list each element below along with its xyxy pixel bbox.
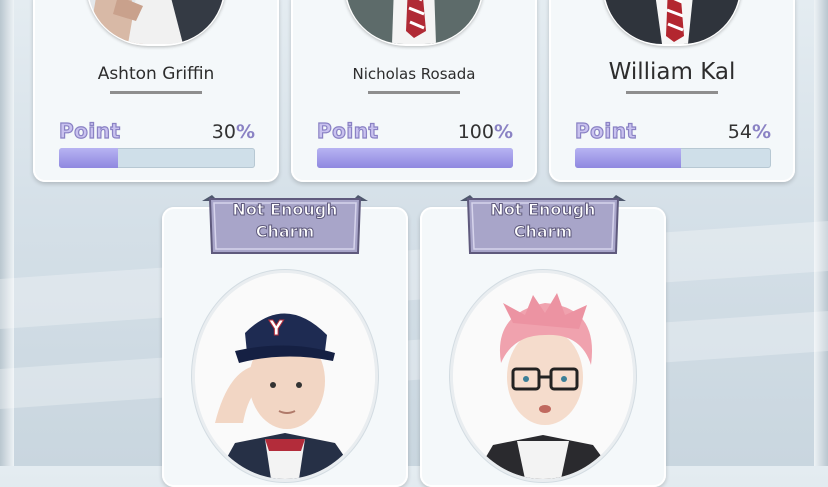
point-label: Point bbox=[58, 118, 121, 143]
svg-text:Y: Y bbox=[268, 316, 284, 340]
character-portrait bbox=[450, 270, 636, 482]
character-card-william[interactable]: William Kal Point 54% bbox=[549, 0, 795, 182]
name-underline bbox=[110, 91, 202, 94]
character-card-locked[interactable]: Not Enough Charm bbox=[420, 195, 666, 487]
character-portrait: Y bbox=[192, 270, 378, 482]
character-avatar bbox=[602, 0, 742, 46]
not-enough-charm-banner: Not Enough Charm bbox=[460, 195, 626, 257]
status-line: Charm bbox=[255, 222, 315, 242]
character-avatar bbox=[344, 0, 484, 46]
name-underline bbox=[626, 91, 718, 94]
not-enough-charm-banner: Not Enough Charm bbox=[202, 195, 368, 257]
point-progress-bar bbox=[575, 148, 771, 168]
status-text: Not Enough Charm bbox=[202, 199, 368, 243]
character-card-ashton[interactable]: Ashton Griffin Point 30% bbox=[33, 0, 279, 182]
background-stripe bbox=[0, 221, 828, 329]
character-avatar bbox=[86, 0, 226, 46]
character-name: Ashton Griffin bbox=[97, 64, 215, 84]
point-value: 30% bbox=[211, 121, 255, 143]
status-line: Not Enough bbox=[490, 200, 596, 220]
point-progress-bar bbox=[59, 148, 255, 168]
point-progress-bar bbox=[317, 148, 513, 168]
character-name: Nicholas Rosada bbox=[352, 65, 476, 83]
point-value: 100% bbox=[457, 121, 513, 143]
character-card-nicholas[interactable]: Nicholas Rosada Point 100% bbox=[291, 0, 537, 182]
background-stripe bbox=[0, 311, 828, 409]
name-underline bbox=[368, 91, 460, 94]
character-card-locked[interactable]: Not Enough Charm Y bbox=[162, 195, 408, 487]
status-text: Not Enough Charm bbox=[460, 199, 626, 243]
point-value: 54% bbox=[727, 121, 771, 143]
point-label: Point bbox=[574, 118, 637, 143]
point-progress-fill bbox=[575, 148, 681, 168]
status-line: Not Enough bbox=[232, 200, 338, 220]
character-name: William Kal bbox=[608, 59, 736, 85]
point-progress-fill bbox=[317, 148, 513, 168]
status-line: Charm bbox=[513, 222, 573, 242]
point-progress-fill bbox=[59, 148, 118, 168]
point-label: Point bbox=[316, 118, 379, 143]
